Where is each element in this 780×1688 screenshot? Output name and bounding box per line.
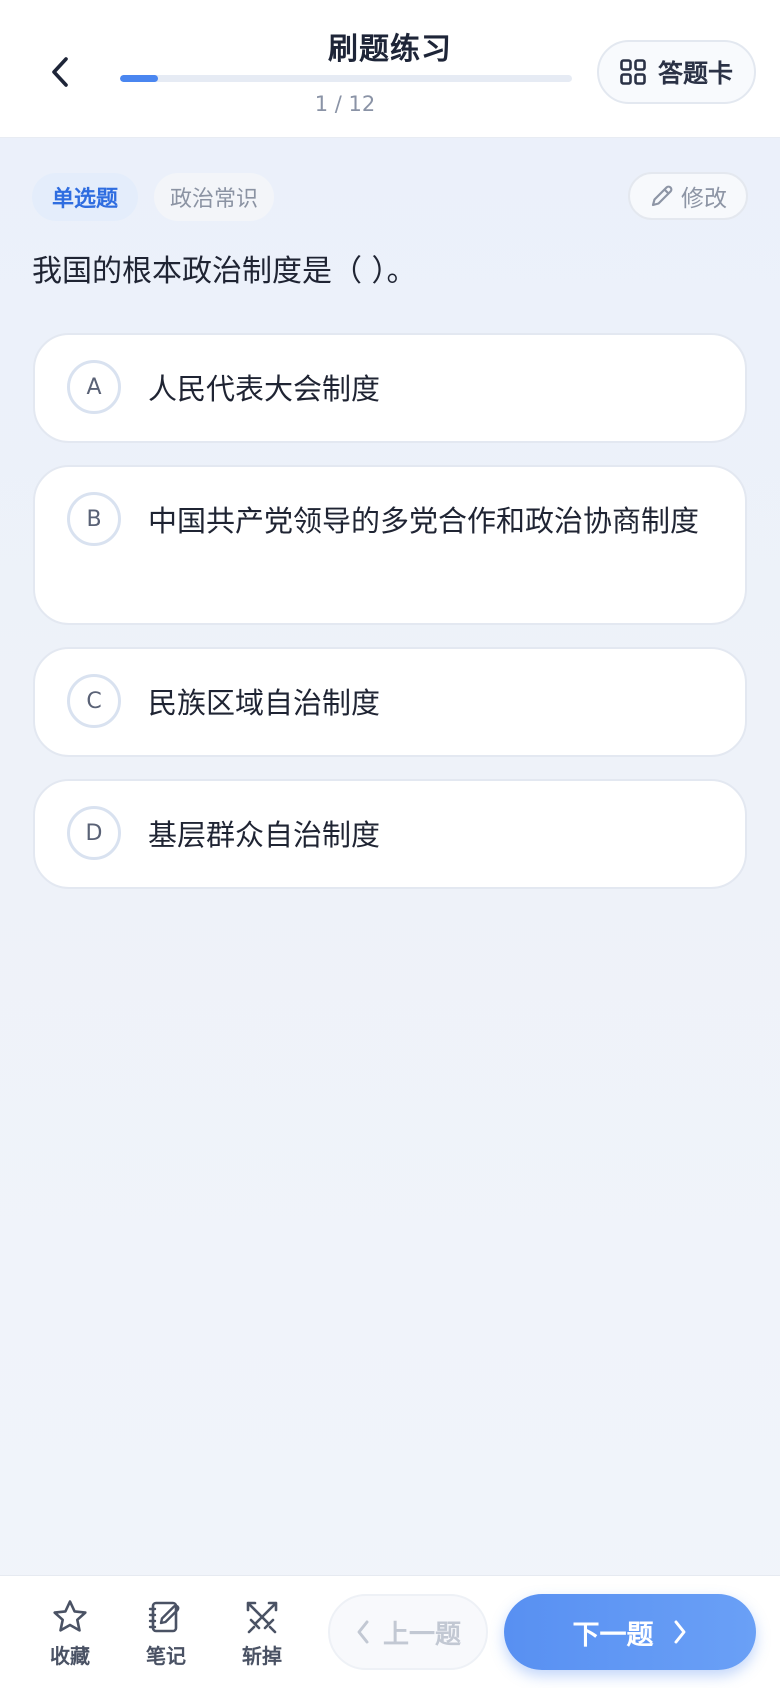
next-question-button[interactable]: 下一题 [504,1594,756,1670]
progress-counter: 1 / 12 [314,92,376,116]
option-text: 人民代表大会制度 [148,372,381,406]
crossed-swords-icon [246,1601,278,1634]
option-text: 中国共产党领导的多党合作和政治协商制度 [148,504,700,538]
progress-fill [120,75,158,82]
favorite-button[interactable]: 收藏 [35,1598,105,1678]
grid-icon [620,59,646,85]
pencil-icon [651,185,673,207]
option-text: 民族区域自治制度 [148,686,381,720]
option-letter: A [67,360,121,414]
next-label: 下一题 [572,1619,654,1651]
subject-tag: 政治常识 [154,173,274,221]
star-icon [53,1600,87,1632]
favorite-label: 收藏 [50,1644,90,1668]
question-stem: 我国的根本政治制度是（ ）。 [32,254,417,289]
option-letter: C [67,674,121,728]
option-a[interactable]: A 人民代表大会制度 [33,333,747,443]
option-text: 基层群众自治制度 [148,818,381,852]
option-letter: D [67,806,121,860]
option-d[interactable]: D 基层群众自治制度 [33,779,747,889]
top-header: 刷题练习 1 / 12 答题卡 [0,0,780,138]
remove-label: 斩掉 [242,1644,282,1668]
remove-button[interactable]: 斩掉 [227,1598,297,1678]
option-b[interactable]: B 中国共产党领导的多党合作和政治协商制度 [33,465,747,625]
notebook-edit-icon [148,1601,180,1633]
previous-label: 上一题 [382,1619,461,1650]
progress-bar [120,75,572,82]
answer-card-label: 答题卡 [657,59,733,88]
edit-button[interactable]: 修改 [628,172,748,220]
edit-label: 修改 [681,186,727,212]
option-letter: B [67,492,121,546]
note-label: 笔记 [146,1644,186,1668]
option-c[interactable]: C 民族区域自治制度 [33,647,747,757]
bottom-action-bar: 收藏 笔记 斩掉 上一题 下一题 [0,1575,780,1688]
previous-question-button[interactable]: 上一题 [328,1594,488,1670]
chevron-right-icon [674,1620,685,1644]
note-button[interactable]: 笔记 [131,1598,201,1678]
answer-card-button[interactable]: 答题卡 [597,40,756,104]
question-type-tag: 单选题 [32,173,138,221]
chevron-left-icon [357,1620,369,1644]
